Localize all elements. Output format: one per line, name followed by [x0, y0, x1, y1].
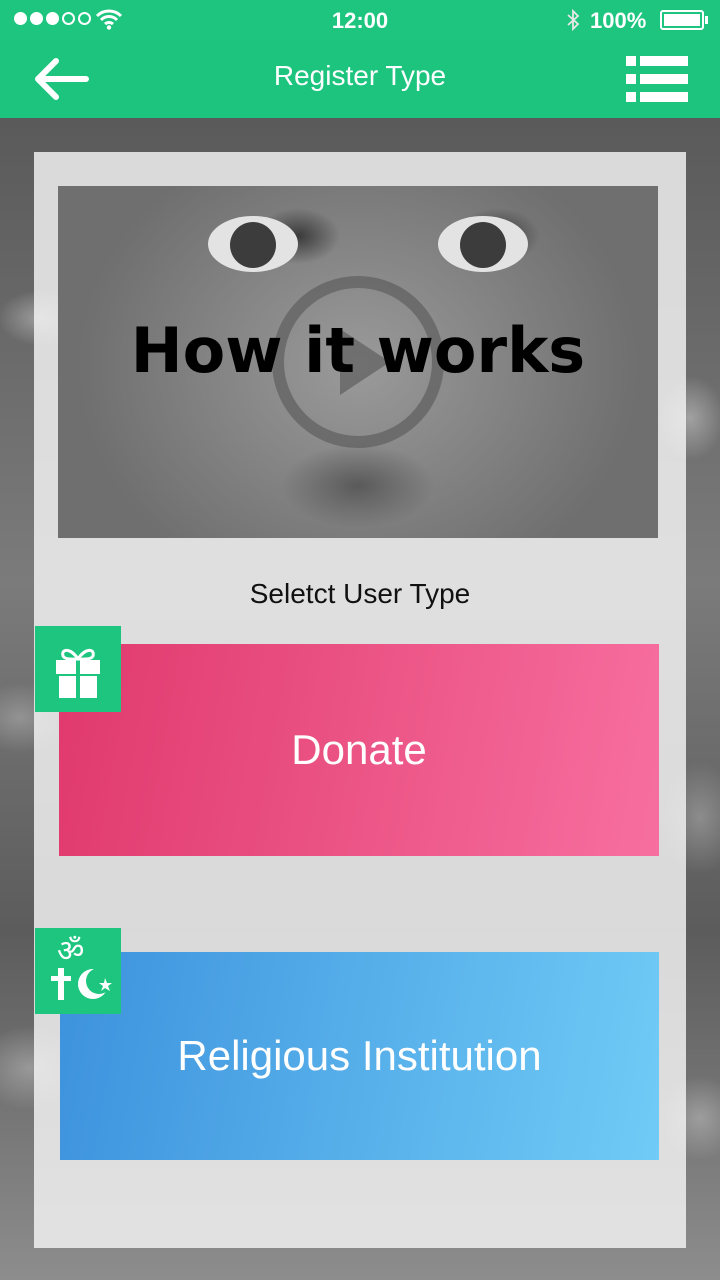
battery-percent: 100%: [590, 8, 647, 33]
page-title: Register Type: [273, 60, 447, 91]
bluetooth-icon: [567, 9, 580, 31]
nav-bar: Register Type: [0, 40, 720, 118]
video-title: How it works: [130, 314, 586, 387]
select-user-type-label: Seletct User Type: [249, 578, 471, 609]
religious-institution-label: Religious Institution: [177, 1032, 542, 1079]
svg-text:ॐ: ॐ: [57, 934, 84, 969]
religious-institution-button[interactable]: Religious Institution: [60, 952, 659, 1160]
religious-symbols-icon: ॐ: [35, 928, 121, 1014]
battery-icon: [660, 10, 704, 30]
donate-label: Donate: [291, 726, 427, 773]
list-menu-icon[interactable]: [626, 56, 688, 102]
photo-eye: [208, 216, 298, 272]
donate-button[interactable]: Donate: [59, 644, 659, 856]
photo-eye: [438, 216, 528, 272]
how-it-works-video[interactable]: How it works: [58, 186, 658, 538]
status-bar: 12:00 100%: [0, 0, 720, 40]
gift-icon: [35, 626, 121, 712]
